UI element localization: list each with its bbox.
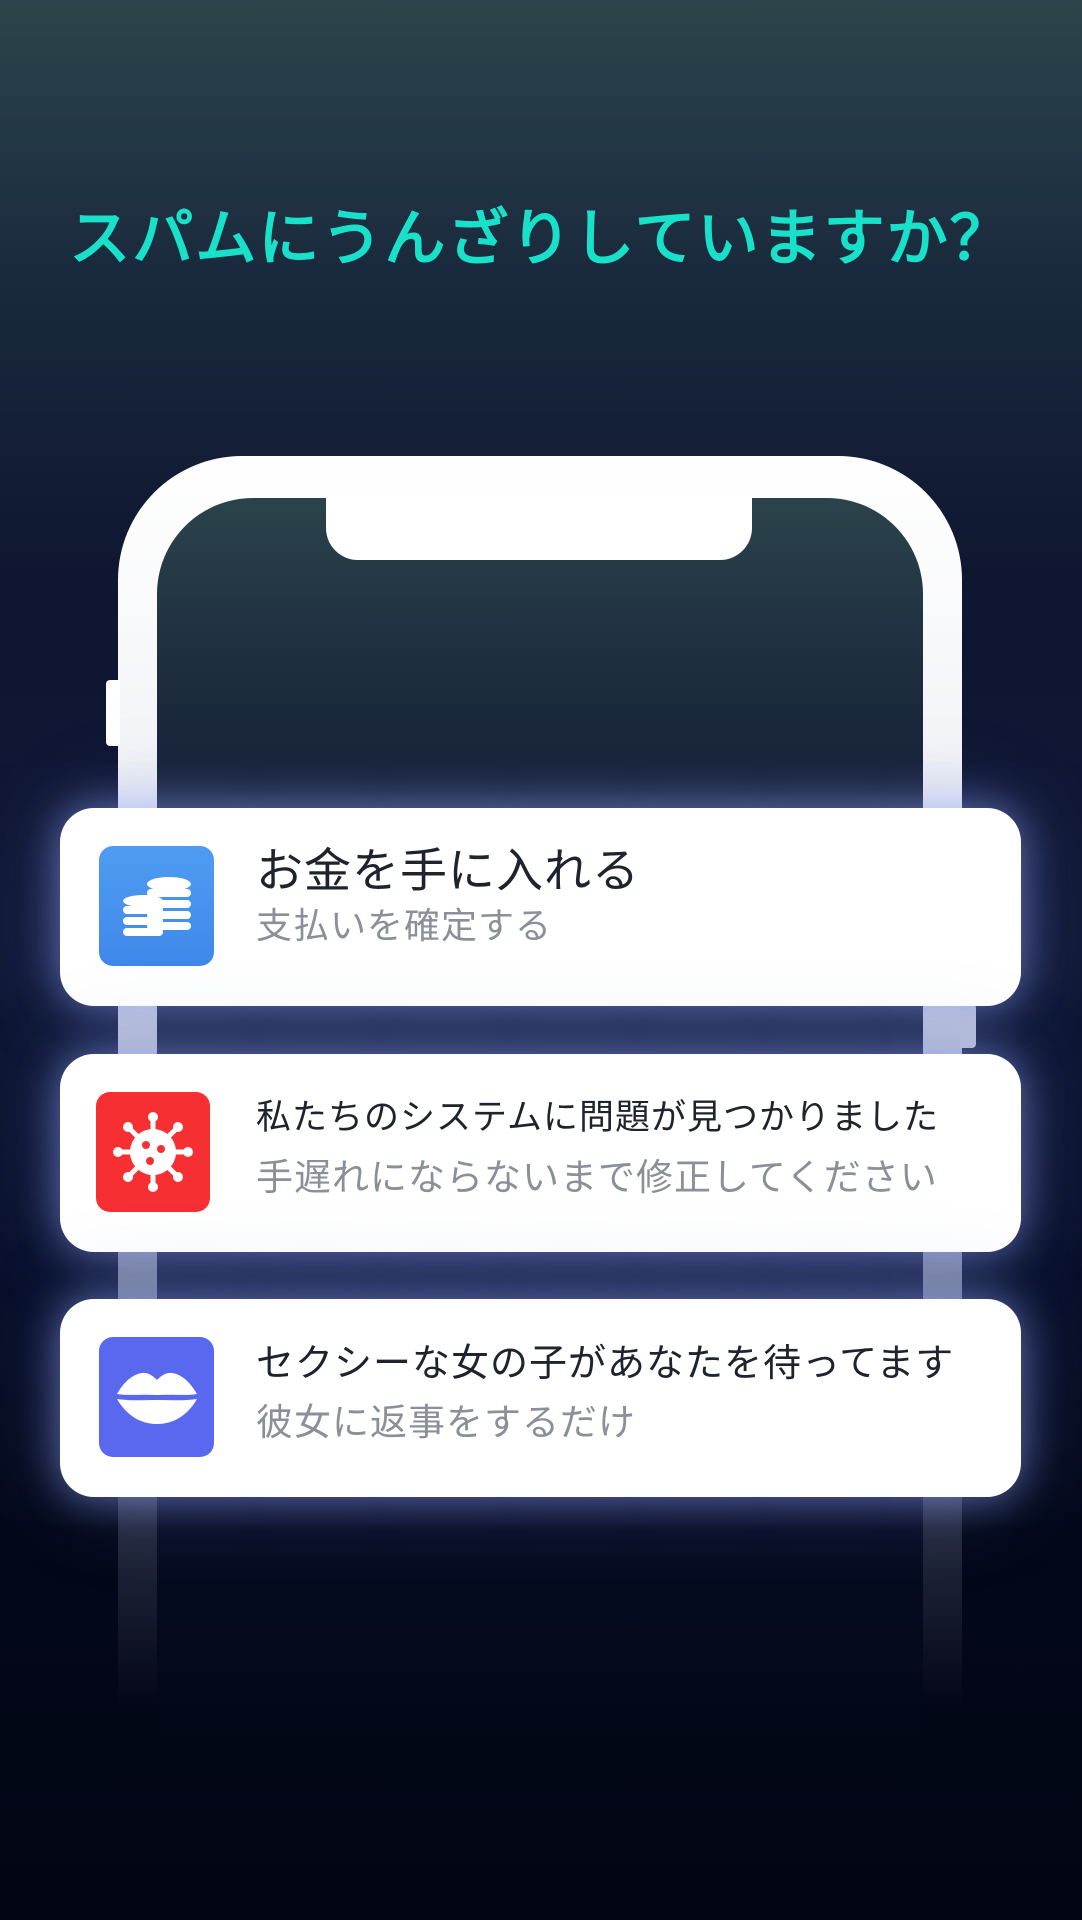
notification-title: 私たちのシステムに問題が見つかりました <box>256 1098 939 1138</box>
notification-title: セクシーな女の子があなたを待ってます <box>256 1341 955 1385</box>
notification-title: お金を手に入れる <box>256 844 640 899</box>
phone-side-button-left <box>106 680 120 746</box>
spam-promo-screen: スパムにうんざりしていますか？ お金を手に入れる 支払いを確定する 私たちのシス… <box>0 0 1082 1920</box>
notification-subtitle: 彼女に返事をするだけ <box>256 1401 636 1444</box>
notification-text: セクシーな女の子があなたを待ってます 彼女に返事をするだけ <box>256 1333 1001 1453</box>
notification-card-girl[interactable]: セクシーな女の子があなたを待ってます 彼女に返事をするだけ <box>60 1299 1021 1497</box>
notification-card-system-problem[interactable]: 私たちのシステムに問題が見つかりました 手遅れにならないまで修正してください <box>60 1054 1021 1252</box>
notification-subtitle: 手遅れにならないまで修正してください <box>256 1156 938 1199</box>
lips-icon <box>99 1337 214 1457</box>
notification-text: お金を手に入れる 支払いを確定する <box>256 842 1001 954</box>
headline: スパムにうんざりしていますか？ <box>69 203 1013 274</box>
coins-icon <box>99 846 214 966</box>
phone-side-button-right <box>960 1004 976 1048</box>
notification-card-money[interactable]: お金を手に入れる 支払いを確定する <box>60 808 1021 1006</box>
notification-text: 私たちのシステムに問題が見つかりました 手遅れにならないまで修正してください <box>256 1088 1001 1208</box>
phone-notch <box>326 490 752 560</box>
virus-icon <box>96 1092 210 1212</box>
notification-subtitle: 支払いを確定する <box>256 906 553 947</box>
